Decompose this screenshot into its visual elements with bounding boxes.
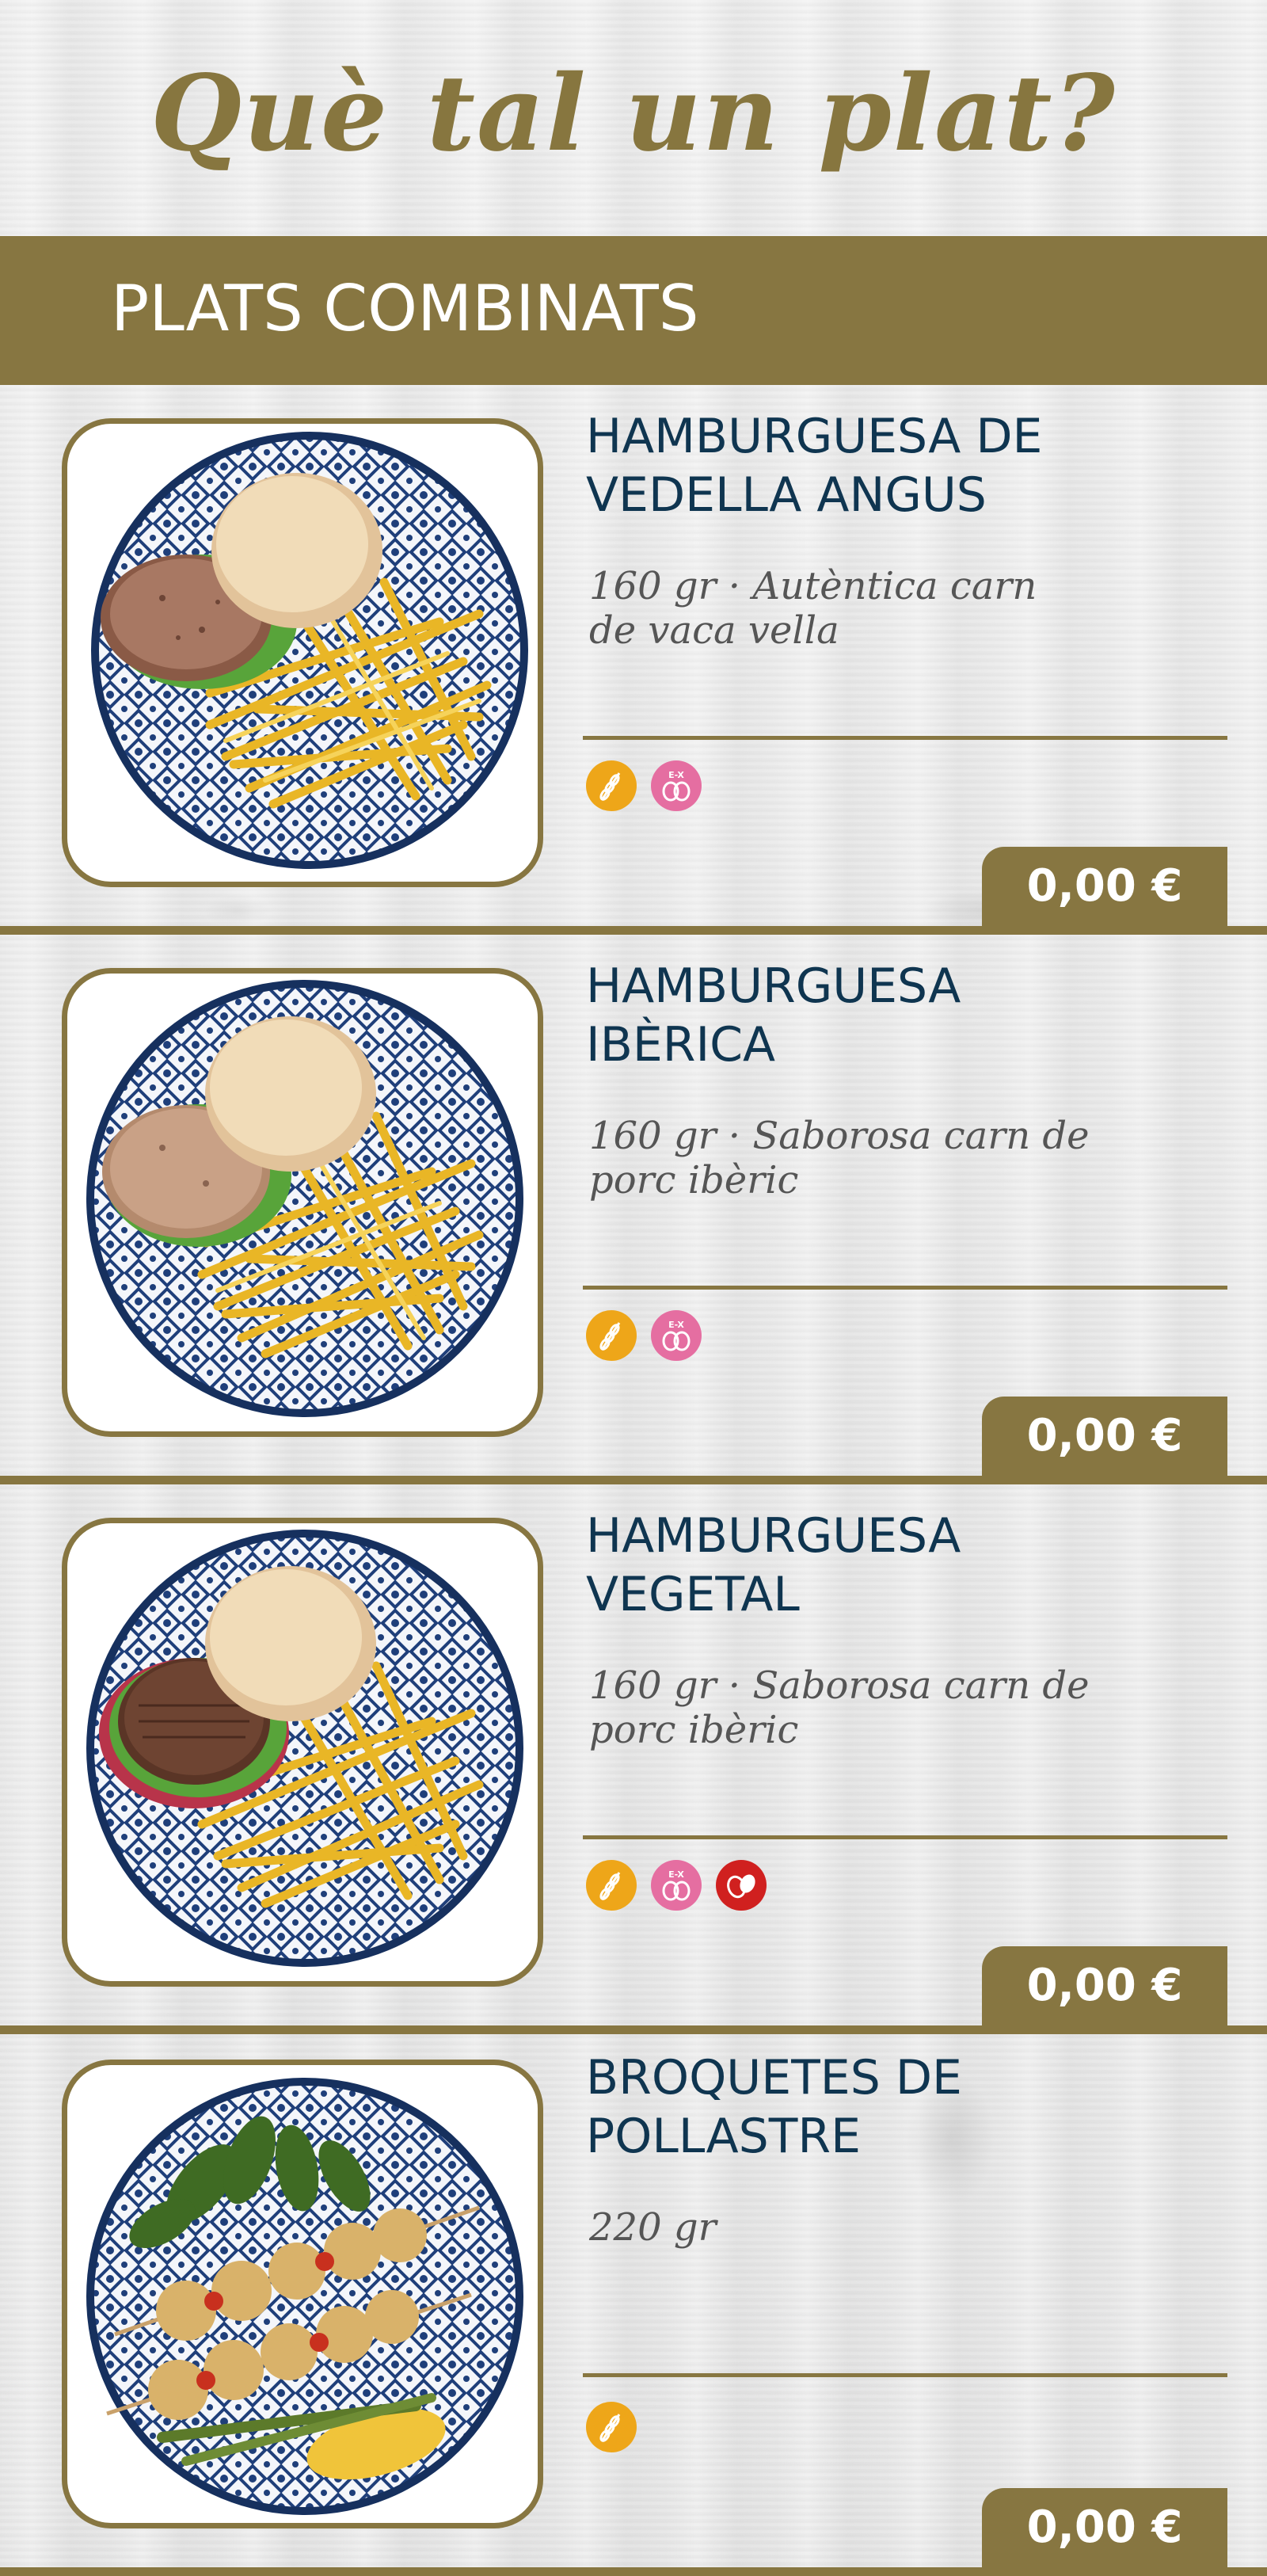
menu-item[interactable]: HAMBURGUESA IBÈRICA 160 gr · Saborosa ca… [0,935,1267,1484]
item-description: 160 gr · Saborosa carn de porc ibèric [589,1663,1128,1752]
item-rule [583,1835,1227,1839]
page-title: Què tal un plat? [150,52,1117,175]
item-name-line: HAMBURGUESA DE [586,409,1043,464]
dish-photo [62,968,543,1437]
dish-photo [62,2060,543,2528]
svg-text:E-X: E-X [668,1869,684,1880]
egg-icon: E-X [651,760,702,811]
menu-item[interactable]: HAMBURGUESA DE VEDELLA ANGUS 160 gr · Au… [0,385,1267,935]
item-desc-line: 220 gr [589,2205,717,2250]
gluten-icon [586,1860,637,1911]
burger-fries-plate-icon [86,980,523,1417]
item-rule [583,2373,1227,2377]
price-tag: 0,00 € [982,1397,1227,1476]
item-name: HAMBURGUESA IBÈRICA [586,957,1140,1074]
item-desc-line: porc ibèric [589,1158,799,1202]
item-name: HAMBURGUESA VEGETAL [586,1507,1140,1624]
allergen-list: E-X [586,1860,767,1911]
allergen-list [586,2402,637,2452]
item-price: 0,00 € [1026,1410,1183,1461]
item-name-line: VEGETAL [586,1567,800,1622]
item-name-line: BROQUETES DE [586,2050,962,2105]
item-description: 220 gr [589,2205,1128,2250]
chicken-skewers-plate-icon [86,2078,523,2515]
item-divider [0,1476,1267,1484]
item-name: BROQUETES DE POLLASTRE [586,2048,1140,2166]
item-description: 160 gr · Autèntica carn de vaca vella [589,564,1128,653]
item-rule [583,1286,1227,1290]
item-divider [0,2567,1267,2576]
item-desc-line: 160 gr · Saborosa carn de [589,1114,1090,1158]
item-name-line: HAMBURGUESA [586,958,961,1014]
item-name-line: POLLASTRE [586,2109,862,2164]
nuts-icon [716,1860,767,1911]
dish-photo [62,1518,543,1987]
section-header: PLATS COMBINATS [0,236,1267,385]
egg-icon: E-X [651,1310,702,1361]
item-price: 0,00 € [1026,1960,1183,2011]
gluten-icon [586,1310,637,1361]
dish-photo [62,418,543,887]
item-desc-line: 160 gr · Autèntica carn [589,564,1037,608]
menu-item[interactable]: BROQUETES DE POLLASTRE 220 gr 0,00 € [0,2026,1267,2576]
menu-item[interactable]: HAMBURGUESA VEGETAL 160 gr · Saborosa ca… [0,1484,1267,2034]
price-tag: 0,00 € [982,2488,1227,2567]
item-desc-line: porc ibèric [589,1708,799,1752]
svg-text:E-X: E-X [668,770,684,780]
section-title: PLATS COMBINATS [111,272,699,345]
item-desc-line: 160 gr · Saborosa carn de [589,1663,1090,1708]
item-name-line: VEDELLA ANGUS [586,467,987,523]
item-desc-line: de vaca vella [589,608,839,653]
allergen-list: E-X [586,1310,702,1361]
svg-text:E-X: E-X [668,1320,684,1330]
allergen-list: E-X [586,760,702,811]
gluten-icon [586,760,637,811]
item-price: 0,00 € [1026,860,1183,912]
egg-icon: E-X [651,1860,702,1911]
item-description: 160 gr · Saborosa carn de porc ibèric [589,1114,1128,1202]
veggie-burger-fries-plate-icon [86,1530,523,1967]
item-name-line: HAMBURGUESA [586,1508,961,1564]
gluten-icon [586,2402,637,2452]
item-price: 0,00 € [1026,2502,1183,2553]
price-tag: 0,00 € [982,847,1227,926]
price-tag: 0,00 € [982,1946,1227,2025]
item-rule [583,736,1227,740]
item-divider [0,926,1267,935]
burger-fries-plate-icon [91,432,528,869]
item-name-line: IBÈRICA [586,1017,776,1073]
item-name: HAMBURGUESA DE VEDELLA ANGUS [586,407,1140,524]
